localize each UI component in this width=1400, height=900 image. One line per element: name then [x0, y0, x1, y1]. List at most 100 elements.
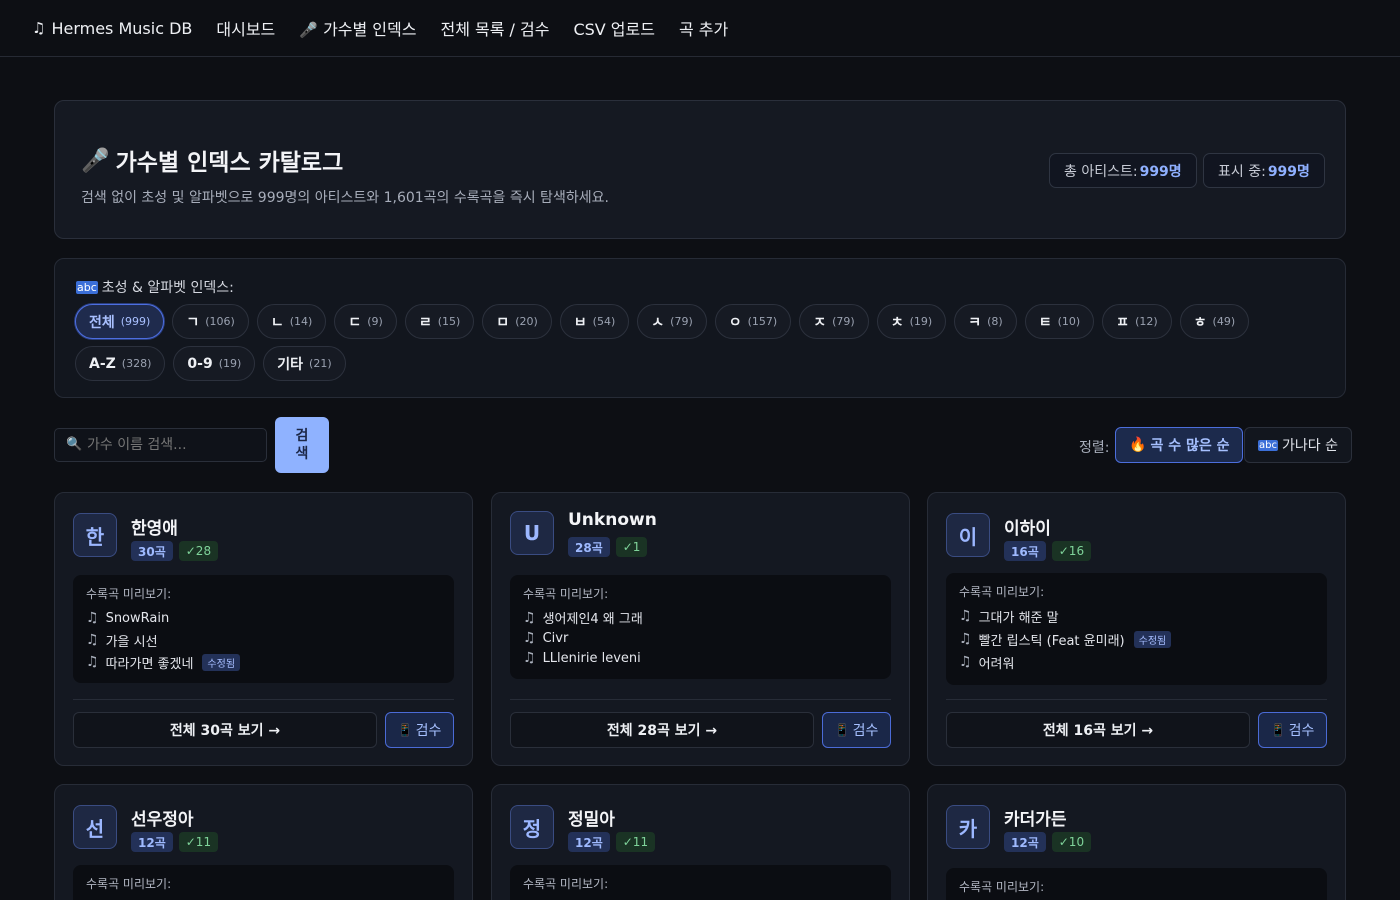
showing-stat: 표시 중: 999명 — [1203, 153, 1325, 188]
artist-initial-avatar: 이 — [946, 513, 990, 557]
chip-rieul[interactable]: ㄹ (15) — [404, 304, 475, 339]
song-preview: 수록곡 미리보기: — [73, 865, 454, 900]
list-item: ♫ SnowRain — [86, 610, 170, 626]
artist-tags: 12곡 ✓10 — [1004, 832, 1092, 852]
chip-tieut[interactable]: ㅌ (10) — [1024, 304, 1095, 339]
music-note-icon: ♫ — [959, 631, 972, 647]
chip-nieun[interactable]: ㄴ (14) — [256, 304, 327, 339]
chip-hieut[interactable]: ㅎ (49) — [1179, 304, 1250, 339]
music-note-icon: ♫ — [959, 654, 972, 670]
index-chips: 전체 (999) ㄱ (106) ㄴ (14) ㄷ (9) ㄹ (15) ㅁ (20) ㅂ(… — [75, 304, 1325, 381]
sort-by-name-button[interactable]: abc 가나다 순 — [1244, 427, 1352, 463]
artist-initial-avatar: 선 — [73, 805, 117, 849]
music-note-icon: ♫ — [523, 650, 536, 666]
artist-name: 정밀아 — [568, 810, 615, 830]
nav-artist-index[interactable]: 🎤 가수별 인덱스 — [299, 16, 416, 40]
chip-ieung[interactable]: ㅇ (157) — [714, 304, 792, 339]
artist-card: 카 카더가든 12곡 ✓10 수록곡 미리보기: — [927, 784, 1346, 900]
list-item: ♫ 생어제인4 왜 그래 — [523, 609, 643, 628]
view-all-songs-button[interactable]: 전체 16곡 보기 → — [946, 712, 1250, 748]
artist-name: 선우정아 — [131, 810, 194, 830]
hero-panel: 🎤 가수별 인덱스 카탈로그 검색 없이 초성 및 알파벳으로 999명의 아티… — [54, 100, 1346, 239]
phone-icon: 📱 — [834, 723, 850, 737]
phone-icon: 📱 — [1270, 723, 1286, 737]
song-count-badge: 28곡 — [568, 537, 610, 557]
divider — [946, 699, 1327, 700]
artist-initial-avatar: 정 — [510, 805, 554, 849]
artist-name: 한영애 — [131, 519, 178, 539]
artist-card: 이 이하이 16곡 ✓16 수록곡 미리보기: ♫ 그대가 해준 말 ♫ 빨간 립스… — [927, 492, 1346, 766]
nav-dashboard[interactable]: 대시보드 — [216, 16, 275, 40]
page-subtitle: 검색 없이 초성 및 알파벳으로 999명의 아티스트와 1,601곡의 수록곡… — [81, 190, 609, 206]
chip-all[interactable]: 전체 (999) — [75, 304, 165, 339]
chip-a-z[interactable]: A-Z (328) — [75, 346, 166, 381]
top-nav: ♫ Hermes Music DB 대시보드 🎤 가수별 인덱스 전체 목록 /… — [0, 0, 1400, 57]
fire-icon: 🔥 — [1129, 437, 1147, 453]
verified-count-badge: ✓11 — [178, 832, 219, 852]
music-note-icon: ♫ — [523, 609, 536, 626]
music-note-icon: ♫ — [959, 608, 972, 624]
index-label: abc 초성 & 알파벳 인덱스: — [76, 280, 234, 296]
chip-chieut[interactable]: ㅊ (19) — [876, 304, 947, 339]
chip-jieut[interactable]: ㅈ (79) — [799, 304, 869, 339]
phone-icon: 📱 — [397, 723, 413, 737]
verified-count-badge: ✓16 — [1051, 541, 1092, 561]
music-note-icon: ♫ — [86, 654, 99, 670]
review-button[interactable]: 📱 검수 — [822, 712, 891, 748]
chip-bieup[interactable]: ㅂ (54) — [559, 304, 630, 339]
verified-count-badge: ✓10 — [1051, 832, 1092, 852]
sort-by-count-button[interactable]: 🔥 곡 수 많은 순 — [1115, 427, 1244, 463]
music-note-icon: ♫ — [523, 630, 536, 646]
chip-0-9[interactable]: 0-9 (19) — [173, 346, 256, 381]
song-count-badge: 12곡 — [131, 832, 173, 852]
artist-tags: 16곡 ✓16 — [1004, 541, 1092, 561]
chip-giyeok[interactable]: ㄱ (106) — [172, 304, 249, 339]
chip-digeut[interactable]: ㄷ (9) — [334, 304, 397, 339]
initial-index-panel: abc 초성 & 알파벳 인덱스: 전체 (999) ㄱ (106) ㄴ (14) ㄷ… — [54, 258, 1346, 398]
review-button[interactable]: 📱 검수 — [385, 712, 454, 748]
artist-tags: 28곡 ✓1 — [568, 537, 648, 557]
song-count-badge: 12곡 — [1004, 832, 1046, 852]
brand-link[interactable]: ♫ Hermes Music DB — [32, 19, 192, 38]
nav-list-review[interactable]: 전체 목록 / 검수 — [440, 16, 549, 40]
total-artists-stat: 총 아티스트: 999명 — [1049, 153, 1197, 188]
artist-card: 선 선우정아 12곡 ✓11 수록곡 미리보기: — [54, 784, 473, 900]
chip-etc[interactable]: 기타 (21) — [263, 346, 346, 381]
chip-kieuk[interactable]: ㅋ (8) — [954, 304, 1017, 339]
list-item: ♫ Civr — [523, 630, 569, 646]
artist-tags: 12곡 ✓11 — [568, 832, 656, 852]
chip-siot[interactable]: ㅅ (79) — [637, 304, 707, 339]
artist-name: 이하이 — [1004, 519, 1051, 539]
nav-add-song[interactable]: 곡 추가 — [679, 16, 728, 40]
microphone-icon: 🎤 — [81, 147, 110, 174]
page-title: 🎤 가수별 인덱스 카탈로그 — [81, 147, 344, 177]
sort-label: 정렬: — [1079, 440, 1110, 456]
list-item: ♫ 따라가면 좋겠네 수정됨 — [86, 651, 441, 673]
edited-badge: 수정됨 — [202, 653, 241, 671]
song-preview: 수록곡 미리보기: — [946, 868, 1327, 900]
song-count-badge: 30곡 — [131, 541, 173, 561]
divider — [73, 699, 454, 700]
artist-initial-avatar: U — [510, 511, 554, 555]
chip-pieup[interactable]: ㅍ (12) — [1102, 304, 1172, 339]
nav-csv-upload[interactable]: CSV 업로드 — [573, 16, 655, 40]
artist-initial-avatar: 카 — [946, 805, 990, 849]
song-count-badge: 16곡 — [1004, 541, 1046, 561]
review-button[interactable]: 📱 검수 — [1258, 712, 1327, 748]
artist-search-input[interactable] — [54, 428, 267, 462]
abc-icon: abc — [1258, 439, 1278, 451]
song-count-badge: 12곡 — [568, 832, 610, 852]
view-all-songs-button[interactable]: 전체 28곡 보기 → — [510, 712, 814, 748]
list-item: ♫ 어려워 — [959, 654, 1015, 672]
search-button[interactable]: 검 색 — [275, 417, 329, 473]
list-item: ♫ 빨간 립스틱 (Feat 윤미래) 수정됨 — [959, 627, 1314, 651]
artist-initial-avatar: 한 — [73, 513, 117, 557]
verified-count-badge: ✓11 — [615, 832, 656, 852]
list-item: ♫ 그대가 해준 말 — [959, 608, 1059, 626]
artist-tags: 12곡 ✓11 — [131, 832, 219, 852]
microphone-icon: 🎤 — [299, 21, 318, 39]
verified-count-badge: ✓1 — [615, 537, 648, 557]
view-all-songs-button[interactable]: 전체 30곡 보기 → — [73, 712, 377, 748]
brand-label: Hermes Music DB — [51, 18, 193, 38]
chip-mieum[interactable]: ㅁ (20) — [482, 304, 552, 339]
